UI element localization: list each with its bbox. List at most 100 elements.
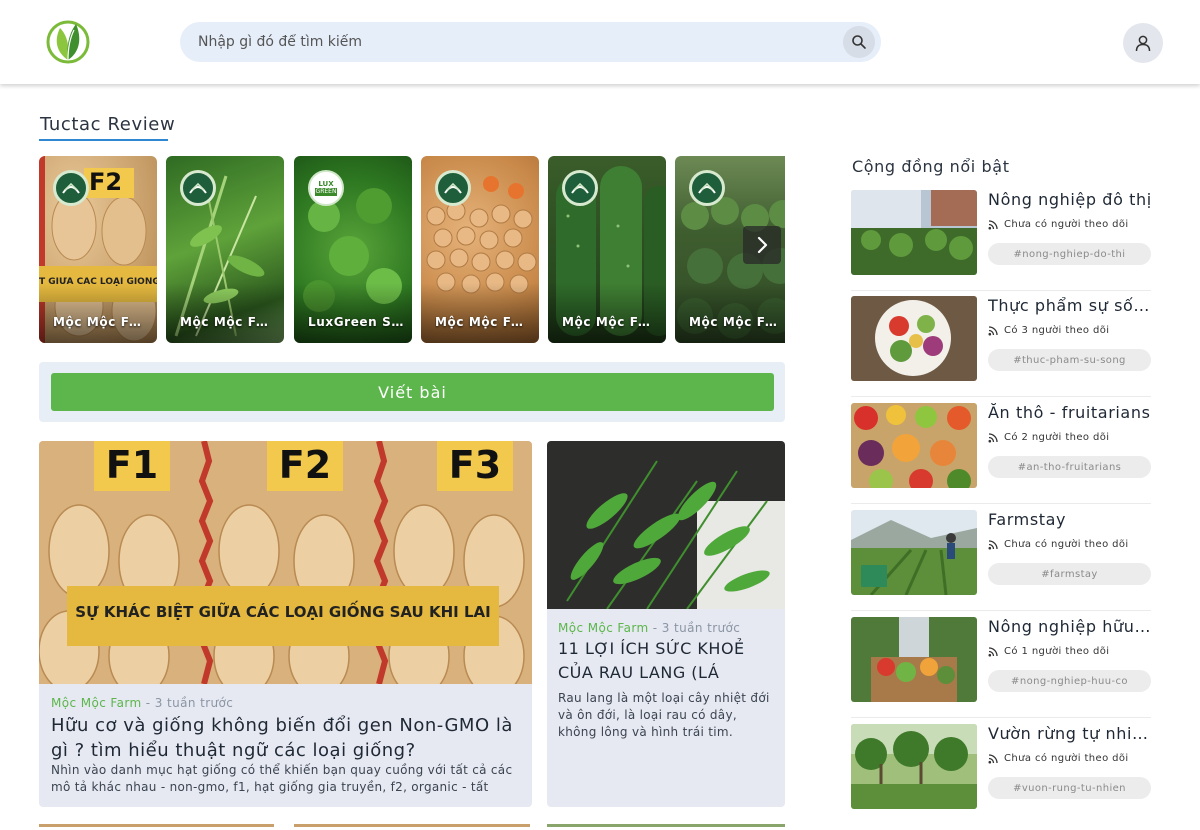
community-thumbnail[interactable] bbox=[851, 403, 977, 488]
community-tag[interactable]: #vuon-rung-tu-nhien bbox=[988, 777, 1151, 799]
review-card[interactable]: LUX GREEN LuxGreen St... bbox=[294, 156, 412, 343]
post-excerpt: Nhìn vào danh mục hạt giống có thể khiến… bbox=[51, 763, 513, 794]
divider bbox=[851, 503, 1151, 504]
card-label: Mộc Mộc Farm bbox=[53, 315, 149, 329]
search-button[interactable] bbox=[843, 26, 875, 58]
post-image-banner-text: SỰ KHÁC BIỆT GIỮA CÁC LOẠI GIỐNG SAU KHI… bbox=[75, 603, 491, 621]
luxgreen-logo-text-bottom: GREEN bbox=[314, 188, 338, 196]
community-tag[interactable]: #thuc-pham-su-song bbox=[988, 349, 1151, 371]
rss-icon bbox=[988, 325, 998, 335]
search-icon bbox=[852, 35, 866, 49]
review-carousel: F2 T GIỮA CÁC LOẠI GIỐNG Mộc Mộc Farm Mộ… bbox=[39, 156, 785, 343]
divider bbox=[851, 396, 1151, 397]
post-title[interactable]: 11 LỢI ÍCH SỨC KHOẺ CỦA RAU LANG (LÁ KHO… bbox=[558, 637, 778, 685]
community-name[interactable]: Nông nghiệp đô thị bbox=[988, 190, 1153, 209]
community-followers: Có 1 người theo dõi bbox=[988, 646, 1109, 657]
user-account-button[interactable] bbox=[1123, 23, 1163, 63]
search-input[interactable] bbox=[198, 22, 818, 62]
community-thumbnail[interactable] bbox=[851, 510, 977, 595]
review-card[interactable]: F2 T GIỮA CÁC LOẠI GIỐNG Mộc Mộc Farm bbox=[39, 156, 157, 343]
community-thumbnail[interactable] bbox=[851, 724, 977, 809]
card-label: Mộc Mộc Farm bbox=[689, 315, 785, 329]
community-followers: Chưa có người theo dõi bbox=[988, 219, 1129, 230]
luxgreen-logo-icon: LUX GREEN bbox=[308, 170, 344, 206]
user-icon bbox=[1135, 35, 1151, 52]
write-post-box: Viết bài bbox=[39, 362, 785, 422]
community-followers-text: Có 1 người theo dõi bbox=[1004, 646, 1110, 657]
card-label: Mộc Mộc Farm bbox=[562, 315, 658, 329]
card-shade bbox=[39, 283, 157, 343]
community-name[interactable]: Thực phẩm sự sống bbox=[988, 296, 1153, 315]
post-meta: Mộc Mộc Farm - 3 tuần trước bbox=[51, 696, 233, 710]
farm-logo-icon bbox=[435, 170, 471, 206]
community-followers: Có 3 người theo dõi bbox=[988, 325, 1109, 336]
post-image-label-f2: F2 bbox=[278, 443, 332, 487]
rss-icon bbox=[988, 539, 998, 549]
community-tag[interactable]: #an-tho-fruitarians bbox=[988, 456, 1151, 478]
community-item[interactable]: Nông nghiệp hữu cơ Có 1 người theo dõi #… bbox=[851, 617, 1153, 723]
community-name[interactable]: Nông nghiệp hữu cơ bbox=[988, 617, 1153, 636]
community-tag[interactable]: #farmstay bbox=[988, 563, 1151, 585]
community-thumbnail[interactable] bbox=[851, 617, 977, 702]
section-title-underline bbox=[39, 139, 168, 141]
community-thumbnail[interactable] bbox=[851, 190, 977, 275]
post-time: - 3 tuần trước bbox=[648, 621, 741, 635]
post-card[interactable]: F1 F2 F3 SỰ KHÁC BIỆT GIỮA CÁC LOẠI GIỐN… bbox=[39, 441, 532, 807]
farm-logo-icon bbox=[562, 170, 598, 206]
post-author-link[interactable]: Mộc Mộc Farm bbox=[51, 696, 142, 710]
card-label: LuxGreen St... bbox=[308, 315, 404, 329]
community-followers: Có 2 người theo dõi bbox=[988, 432, 1109, 443]
community-item[interactable]: Nông nghiệp đô thị Chưa có người theo dõ… bbox=[851, 190, 1151, 296]
post-author-link[interactable]: Mộc Mộc Farm bbox=[558, 621, 649, 635]
post-image-label-f1: F1 bbox=[105, 443, 159, 487]
post-image-label-f3: F3 bbox=[448, 443, 502, 487]
community-name[interactable]: Farmstay bbox=[988, 510, 1153, 529]
write-post-button[interactable]: Viết bài bbox=[51, 373, 774, 411]
card-shade bbox=[675, 283, 785, 343]
review-section-title: Tuctac Review bbox=[40, 114, 176, 135]
rss-icon bbox=[988, 753, 998, 763]
post-card[interactable]: Mộc Mộc Farm - 3 tuần trước 11 LỢI ÍCH S… bbox=[547, 441, 785, 807]
community-item[interactable]: Thực phẩm sự sống Có 3 người theo dõi #t… bbox=[851, 296, 1153, 402]
farm-logo-icon bbox=[180, 170, 216, 206]
card-label: Mộc Mộc Farm bbox=[180, 315, 276, 329]
post-title[interactable]: Hữu cơ và giống không biến đổi gen Non-G… bbox=[51, 713, 526, 763]
community-item[interactable]: Vườn rừng tự nhiên Chưa có người theo dõ… bbox=[851, 724, 1153, 830]
card-shade bbox=[548, 283, 666, 343]
community-name[interactable]: Ăn thô - fruitarians bbox=[988, 403, 1153, 422]
community-followers: Chưa có người theo dõi bbox=[988, 539, 1129, 550]
rss-icon bbox=[988, 219, 998, 229]
carousel-next-button[interactable] bbox=[743, 226, 781, 264]
card-overlay-big-text: F2 bbox=[89, 168, 123, 196]
card-shade bbox=[294, 283, 412, 343]
chevron-right-icon bbox=[757, 236, 768, 254]
farm-logo-icon bbox=[689, 170, 725, 206]
post-meta: Mộc Mộc Farm - 3 tuần trước bbox=[558, 621, 740, 635]
review-card[interactable]: Mộc Mộc Farm bbox=[166, 156, 284, 343]
community-tag[interactable]: #nong-nghiep-do-thi bbox=[988, 243, 1151, 265]
community-tag[interactable]: #nong-nghiep-huu-co bbox=[988, 670, 1151, 692]
community-item[interactable]: Ăn thô - fruitarians Có 2 người theo dõi… bbox=[851, 403, 1151, 509]
community-item[interactable]: Farmstay Chưa có người theo dõi #farmsta… bbox=[851, 510, 1151, 616]
divider bbox=[851, 717, 1151, 718]
community-followers-text: Có 3 người theo dõi bbox=[1004, 325, 1110, 336]
divider bbox=[851, 290, 1151, 291]
community-name[interactable]: Vườn rừng tự nhiên bbox=[988, 724, 1153, 743]
post-image-greens bbox=[547, 441, 785, 609]
card-shade bbox=[166, 283, 284, 343]
luxgreen-logo-text-top: LUX bbox=[318, 180, 334, 188]
community-followers-text: Chưa có người theo dõi bbox=[1004, 539, 1129, 550]
review-card[interactable]: Mộc Mộc Farm bbox=[421, 156, 539, 343]
review-card[interactable]: Mộc Mộc Farm bbox=[548, 156, 666, 343]
post-time: - 3 tuần trước bbox=[141, 696, 234, 710]
leaf-logo-icon[interactable] bbox=[46, 18, 90, 64]
featured-communities-title: Cộng đồng nổi bật bbox=[852, 157, 1010, 176]
search-bar bbox=[180, 22, 881, 62]
community-thumbnail[interactable] bbox=[851, 296, 977, 381]
divider bbox=[851, 610, 1151, 611]
card-label: Mộc Mộc Farm bbox=[435, 315, 531, 329]
rss-icon bbox=[988, 432, 998, 442]
top-header bbox=[0, 0, 1200, 84]
community-followers-text: Chưa có người theo dõi bbox=[1004, 219, 1129, 230]
community-followers-text: Có 2 người theo dõi bbox=[1004, 432, 1110, 443]
